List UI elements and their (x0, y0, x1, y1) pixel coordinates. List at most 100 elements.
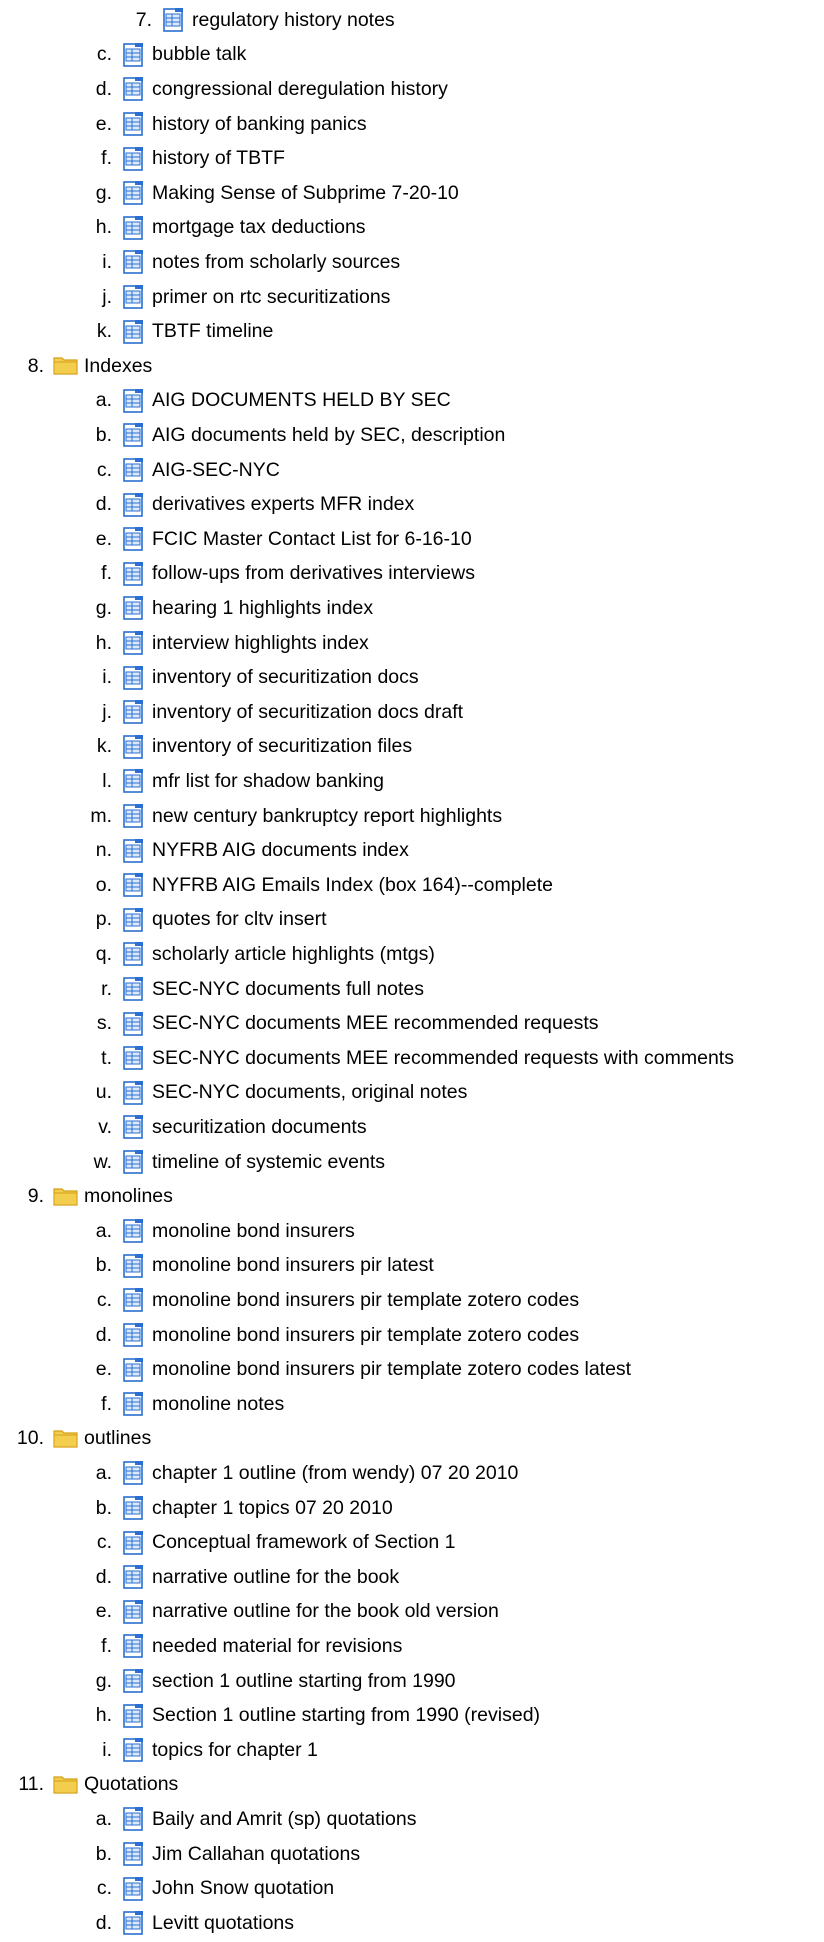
item-label[interactable]: monoline bond insurers (152, 1220, 355, 1243)
outline-document-row[interactable]: c. John Snow quotation (68, 1871, 334, 1906)
item-label[interactable]: outlines (84, 1427, 151, 1450)
item-label[interactable]: narrative outline for the book (152, 1566, 399, 1589)
outline-document-row[interactable]: h. Section 1 outline starting from 1990 (… (68, 1698, 540, 1733)
item-label[interactable]: bubble talk (152, 43, 246, 66)
item-label[interactable]: mfr list for shadow banking (152, 770, 384, 793)
item-label[interactable]: interview highlights index (152, 632, 369, 655)
item-label[interactable]: primer on rtc securitizations (152, 286, 390, 309)
outline-document-row[interactable]: u. SEC-NYC documents, original notes (68, 1076, 467, 1111)
item-label[interactable]: regulatory history notes (192, 9, 395, 32)
item-label[interactable]: securitization documents (152, 1116, 367, 1139)
outline-document-row[interactable]: q. scholarly article highlights (mtgs) (68, 937, 435, 972)
item-label[interactable]: monolines (84, 1185, 173, 1208)
outline-document-row[interactable]: o. NYFRB AIG Emails Index (box 164)--comp… (68, 868, 553, 903)
outline-document-row[interactable]: c. monoline bond insurers pir template zo… (68, 1283, 579, 1318)
outline-document-row[interactable]: g. hearing 1 highlights index (68, 591, 373, 626)
outline-document-row[interactable]: l. mfr list for shadow banking (68, 764, 384, 799)
item-label[interactable]: John Snow quotation (152, 1877, 334, 1900)
outline-document-row[interactable]: e. FCIC Master Contact List for 6-16-10 (68, 522, 472, 557)
outline-document-row[interactable]: c. Conceptual framework of Section 1 (68, 1525, 456, 1560)
outline-document-row[interactable]: a. monoline bond insurers (68, 1214, 355, 1249)
outline-document-row[interactable]: e. history of banking panics (68, 107, 367, 142)
outline-document-row[interactable]: b. monoline bond insurers pir latest (68, 1249, 434, 1284)
item-label[interactable]: inventory of securitization docs (152, 666, 419, 689)
outline-document-row[interactable]: j. primer on rtc securitizations (68, 280, 390, 315)
item-label[interactable]: monoline bond insurers pir template zote… (152, 1324, 579, 1347)
outline-document-row[interactable]: f. monoline notes (68, 1387, 284, 1422)
outline-document-row[interactable]: g. section 1 outline starting from 1990 (68, 1664, 456, 1699)
outline-document-row[interactable]: d. narrative outline for the book (68, 1560, 399, 1595)
outline-document-row[interactable]: i. inventory of securitization docs (68, 660, 419, 695)
outline-document-row[interactable]: a. AIG DOCUMENTS HELD BY SEC (68, 384, 451, 419)
item-label[interactable]: Levitt quotations (152, 1912, 294, 1935)
item-label[interactable]: inventory of securitization files (152, 735, 412, 758)
outline-document-row[interactable]: k. TBTF timeline (68, 314, 273, 349)
outline-document-row[interactable]: 7. regulatory history notes (108, 3, 395, 38)
item-label[interactable]: Indexes (84, 355, 152, 378)
outline-document-row[interactable]: r. SEC-NYC documents full notes (68, 972, 424, 1007)
item-label[interactable]: notes from scholarly sources (152, 251, 400, 274)
item-label[interactable]: mortgage tax deductions (152, 216, 366, 239)
outline-document-row[interactable]: m. new century bankruptcy report highligh… (68, 799, 502, 834)
item-label[interactable]: congressional deregulation history (152, 78, 448, 101)
item-label[interactable]: monoline notes (152, 1393, 284, 1416)
item-label[interactable]: follow-ups from derivatives interviews (152, 562, 475, 585)
outline-document-row[interactable]: v. securitization documents (68, 1110, 367, 1145)
outline-document-row[interactable]: n. NYFRB AIG documents index (68, 833, 409, 868)
item-label[interactable]: AIG-SEC-NYC (152, 459, 280, 482)
outline-document-row[interactable]: p. quotes for cltv insert (68, 903, 327, 938)
outline-document-row[interactable]: d. monoline bond insurers pir template zo… (68, 1318, 579, 1353)
outline-document-row[interactable]: j. inventory of securitization docs draft (68, 695, 463, 730)
item-label[interactable]: narrative outline for the book old versi… (152, 1600, 499, 1623)
item-label[interactable]: chapter 1 outline (from wendy) 07 20 201… (152, 1462, 518, 1485)
item-label[interactable]: NYFRB AIG Emails Index (box 164)--comple… (152, 874, 553, 897)
outline-document-row[interactable]: e. monoline bond insurers pir template zo… (68, 1352, 631, 1387)
outline-document-row[interactable]: b. AIG documents held by SEC, description (68, 418, 505, 453)
outline-document-row[interactable]: f. history of TBTF (68, 141, 285, 176)
outline-document-row[interactable]: i. notes from scholarly sources (68, 245, 400, 280)
outline-document-row[interactable]: d. derivatives experts MFR index (68, 487, 414, 522)
outline-document-row[interactable]: g. Making Sense of Subprime 7-20-10 (68, 176, 459, 211)
outline-document-row[interactable]: b. chapter 1 topics 07 20 2010 (68, 1491, 393, 1526)
outline-document-row[interactable]: t. SEC-NYC documents MEE recommended requ… (68, 1041, 734, 1076)
outline-document-row[interactable]: a. chapter 1 outline (from wendy) 07 20 2… (68, 1456, 518, 1491)
item-label[interactable]: SEC-NYC documents full notes (152, 978, 424, 1001)
item-label[interactable]: FCIC Master Contact List for 6-16-10 (152, 528, 472, 551)
item-label[interactable]: hearing 1 highlights index (152, 597, 373, 620)
item-label[interactable]: new century bankruptcy report highlights (152, 805, 502, 828)
outline-document-row[interactable]: c. AIG-SEC-NYC (68, 453, 280, 488)
outline-document-row[interactable]: f. follow-ups from derivatives interviews (68, 557, 475, 592)
item-label[interactable]: Baily and Amrit (sp) quotations (152, 1808, 416, 1831)
outline-document-row[interactable]: a. Baily and Amrit (sp) quotations (68, 1802, 416, 1837)
item-label[interactable]: SEC-NYC documents MEE recommended reques… (152, 1047, 734, 1070)
outline-document-row[interactable]: f. needed material for revisions (68, 1629, 402, 1664)
item-label[interactable]: AIG DOCUMENTS HELD BY SEC (152, 389, 451, 412)
item-label[interactable]: SEC-NYC documents MEE recommended reques… (152, 1012, 599, 1035)
item-label[interactable]: monoline bond insurers pir template zote… (152, 1289, 579, 1312)
item-label[interactable]: Conceptual framework of Section 1 (152, 1531, 456, 1554)
outline-document-row[interactable]: i. topics for chapter 1 (68, 1733, 318, 1768)
item-label[interactable]: scholarly article highlights (mtgs) (152, 943, 435, 966)
item-label[interactable]: NYFRB AIG documents index (152, 839, 409, 862)
item-label[interactable]: history of banking panics (152, 113, 367, 136)
item-label[interactable]: TBTF timeline (152, 320, 273, 343)
outline-document-row[interactable]: s. SEC-NYC documents MEE recommended requ… (68, 1006, 599, 1041)
outline-document-row[interactable]: d. congressional deregulation history (68, 72, 448, 107)
item-label[interactable]: monoline bond insurers pir template zote… (152, 1358, 631, 1381)
outline-folder-row[interactable]: 8. Indexes (0, 349, 153, 384)
item-label[interactable]: history of TBTF (152, 147, 285, 170)
item-label[interactable]: chapter 1 topics 07 20 2010 (152, 1497, 393, 1520)
outline-document-row[interactable]: w. timeline of systemic events (68, 1145, 385, 1180)
outline-document-row[interactable]: h. interview highlights index (68, 626, 369, 661)
outline-document-row[interactable]: k. inventory of securitization files (68, 730, 412, 765)
item-label[interactable]: needed material for revisions (152, 1635, 402, 1658)
item-label[interactable]: quotes for cltv insert (152, 908, 327, 931)
outline-document-row[interactable]: d. Levitt quotations (68, 1906, 294, 1941)
item-label[interactable]: topics for chapter 1 (152, 1739, 318, 1762)
outline-document-row[interactable]: e. narrative outline for the book old ver… (68, 1595, 499, 1630)
item-label[interactable]: inventory of securitization docs draft (152, 701, 463, 724)
outline-folder-row[interactable]: 10. outlines (0, 1422, 151, 1457)
item-label[interactable]: Making Sense of Subprime 7-20-10 (152, 182, 459, 205)
item-label[interactable]: Section 1 outline starting from 1990 (re… (152, 1704, 540, 1727)
item-label[interactable]: monoline bond insurers pir latest (152, 1254, 434, 1277)
